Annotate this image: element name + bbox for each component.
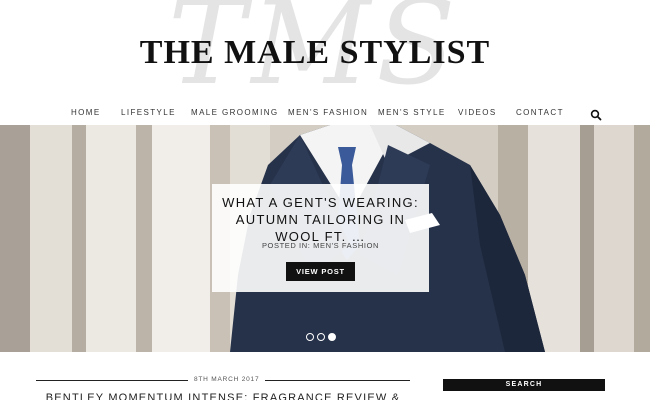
nav-item-videos[interactable]: VIDEOS bbox=[458, 108, 497, 117]
nav-item-mens-style[interactable]: MEN'S STYLE bbox=[378, 108, 446, 117]
main-nav: HOME LIFESTYLE MALE GROOMING MEN'S FASHI… bbox=[0, 104, 650, 124]
sidebar-widget-title: SEARCH bbox=[443, 379, 605, 391]
view-post-button[interactable]: VIEW POST bbox=[286, 262, 355, 281]
site-title[interactable]: THE MALE STYLIST bbox=[0, 34, 630, 72]
site-header: TMS THE MALE STYLIST bbox=[0, 0, 650, 100]
nav-item-home[interactable]: HOME bbox=[71, 108, 101, 117]
nav-item-contact[interactable]: CONTACT bbox=[516, 108, 564, 117]
hero-post-category[interactable]: POSTED IN: MEN'S FASHION bbox=[212, 241, 429, 250]
hero-post-title[interactable]: WHAT A GENT'S WEARING: AUTUMN TAILORING … bbox=[212, 194, 429, 245]
nav-item-lifestyle[interactable]: LIFESTYLE bbox=[121, 108, 176, 117]
post-title[interactable]: BENTLEY MOMENTUM INTENSE: FRAGRANCE REVI… bbox=[36, 392, 410, 400]
slider-dot-1[interactable] bbox=[306, 333, 314, 341]
post-date: 8TH MARCH 2017 bbox=[188, 376, 266, 383]
search-icon[interactable] bbox=[590, 108, 602, 121]
slider-dot-2[interactable] bbox=[317, 333, 325, 341]
nav-item-mens-fashion[interactable]: MEN'S FASHION bbox=[288, 108, 368, 117]
slider-dot-3[interactable] bbox=[328, 333, 336, 341]
nav-item-male-grooming[interactable]: MALE GROOMING bbox=[191, 108, 279, 117]
